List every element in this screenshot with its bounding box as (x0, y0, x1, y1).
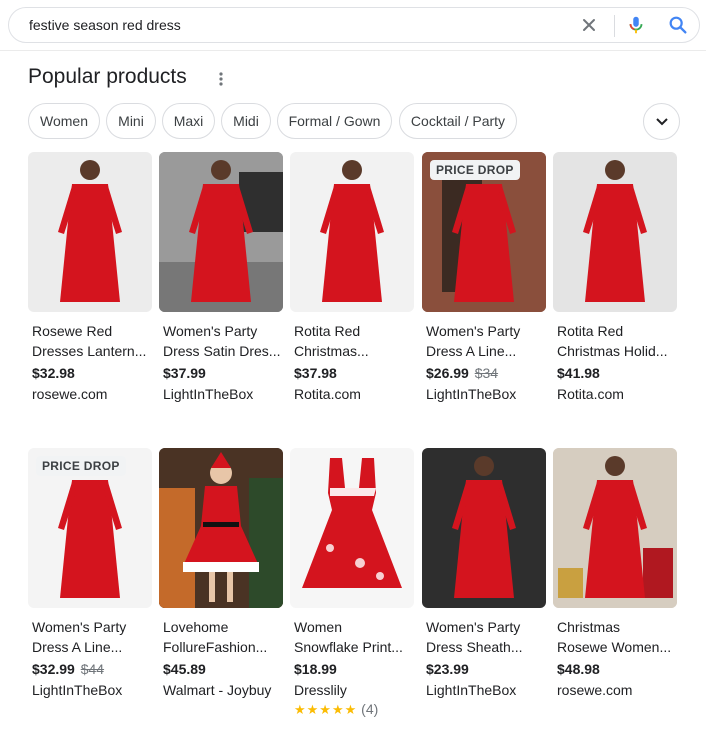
product-title-line2[interactable]: Dress A Line... (32, 639, 122, 655)
product-image (553, 152, 677, 312)
product-price: $32.99 $44 (32, 661, 105, 677)
header-divider (0, 50, 706, 51)
product-title-line1[interactable]: Rosewe Red (32, 323, 112, 339)
product-title-line1[interactable]: Women (294, 619, 342, 635)
close-icon[interactable] (579, 15, 599, 35)
product-title-line1[interactable]: Lovehome (163, 619, 228, 635)
product-price: $37.98 (294, 365, 337, 381)
product-thumbnail[interactable] (28, 152, 152, 312)
product-thumbnail[interactable] (159, 152, 283, 312)
product-title-line1[interactable]: Rotita Red (294, 323, 360, 339)
product-store: Dresslily (294, 682, 347, 698)
product-title-line2[interactable]: Dress A Line... (426, 343, 516, 359)
product-thumbnail[interactable] (553, 152, 677, 312)
product-title-line1[interactable]: Women's Party (426, 619, 520, 635)
product-thumbnail[interactable] (159, 448, 283, 608)
price-drop-badge: PRICE DROP (36, 456, 126, 476)
product-store: LightInTheBox (426, 682, 517, 698)
product-price: $37.99 (163, 365, 206, 381)
product-thumbnail[interactable] (290, 152, 414, 312)
product-price: $45.89 (163, 661, 206, 677)
expand-chips-button[interactable] (643, 103, 680, 140)
price-drop-badge: PRICE DROP (430, 160, 520, 180)
product-store: LightInTheBox (163, 386, 254, 402)
product-rating: ★★★★★ (4) (294, 701, 379, 717)
product-price: $26.99 $34 (426, 365, 499, 381)
product-title-line2[interactable]: Snowflake Print... (294, 639, 403, 655)
product-title-line2[interactable]: Dress Satin Dres... (163, 343, 280, 359)
section-title: Popular products (28, 65, 187, 88)
more-vert-icon[interactable] (213, 70, 229, 88)
product-store: Walmart - Joybuy (163, 682, 272, 698)
search-input[interactable]: festive season red dress (29, 17, 181, 33)
product-title-line1[interactable]: Christmas (557, 619, 620, 635)
search-divider (614, 15, 615, 37)
search-bar[interactable]: festive season red dress (8, 7, 700, 43)
original-price: $44 (80, 661, 105, 677)
product-store: LightInTheBox (426, 386, 517, 402)
product-title-line2[interactable]: Rosewe Women... (557, 639, 671, 655)
product-image (422, 448, 546, 608)
filter-chip-women[interactable]: Women (28, 103, 100, 139)
product-thumbnail[interactable] (553, 448, 677, 608)
product-image (290, 152, 414, 312)
product-title-line1[interactable]: Women's Party (163, 323, 257, 339)
product-title-line1[interactable]: Women's Party (32, 619, 126, 635)
search-icon[interactable] (667, 14, 689, 36)
product-store: rosewe.com (32, 386, 108, 402)
product-store: Rotita.com (557, 386, 624, 402)
product-title-line2[interactable]: Dress Sheath... (426, 639, 523, 655)
product-store: rosewe.com (557, 682, 633, 698)
product-title-line1[interactable]: Women's Party (426, 323, 520, 339)
product-price: $48.98 (557, 661, 600, 677)
product-thumbnail[interactable]: PRICE DROP (422, 152, 546, 312)
product-thumbnail[interactable]: PRICE DROP (28, 448, 152, 608)
product-image (159, 152, 283, 312)
product-store: Rotita.com (294, 386, 361, 402)
product-image (28, 152, 152, 312)
product-title-line2[interactable]: Christmas... (294, 343, 369, 359)
product-price: $23.99 (426, 661, 469, 677)
product-store: LightInTheBox (32, 682, 123, 698)
product-title-line1[interactable]: Rotita Red (557, 323, 623, 339)
star-rating-icon: ★★★★★ (294, 702, 358, 717)
product-price: $18.99 (294, 661, 337, 677)
product-image (553, 448, 677, 608)
filter-chip-midi[interactable]: Midi (221, 103, 271, 139)
product-image (159, 448, 283, 608)
product-thumbnail[interactable] (290, 448, 414, 608)
filter-chip-maxi[interactable]: Maxi (162, 103, 215, 139)
product-thumbnail[interactable] (422, 448, 546, 608)
product-title-line2[interactable]: Dresses Lantern... (32, 343, 146, 359)
filter-chip-formal-gown[interactable]: Formal / Gown (277, 103, 392, 139)
product-title-line2[interactable]: Christmas Holid... (557, 343, 667, 359)
filter-chip-mini[interactable]: Mini (106, 103, 156, 139)
product-price: $41.98 (557, 365, 600, 381)
filter-chip-cocktail-party[interactable]: Cocktail / Party (399, 103, 517, 139)
product-price: $32.98 (32, 365, 75, 381)
product-image (290, 448, 414, 608)
mic-icon[interactable] (625, 14, 647, 36)
chevron-down-icon (655, 117, 668, 125)
product-title-line2[interactable]: FollureFashion... (163, 639, 267, 655)
original-price: $34 (474, 365, 499, 381)
